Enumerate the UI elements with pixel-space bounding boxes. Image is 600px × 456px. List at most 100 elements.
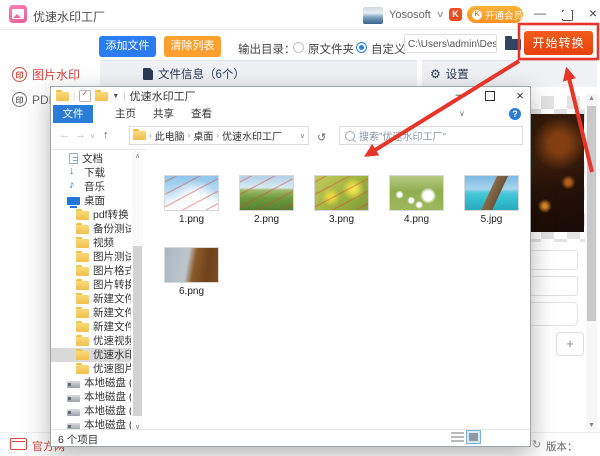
tree-item[interactable]: pdf转换 [51, 207, 131, 221]
add-files-button[interactable]: 添加文件 [99, 36, 156, 57]
search-placeholder: 搜索"优速水印工厂" [359, 128, 446, 143]
breadcrumb-this-pc[interactable]: 此电脑 [155, 128, 185, 143]
file-item[interactable]: 1.png [159, 175, 224, 225]
explorer-close-button[interactable]: × [513, 88, 527, 103]
forward-icon[interactable]: → [75, 129, 86, 141]
tree-item[interactable]: 视频 [51, 235, 131, 249]
clear-list-button[interactable]: 清除列表 [164, 36, 221, 57]
up-icon[interactable]: ↑ [103, 129, 109, 141]
help-icon[interactable]: ? [509, 108, 521, 120]
file-thumbnail-daisy-field [389, 175, 444, 211]
address-bar[interactable]: › 此电脑 › 桌面 › 优速水印工厂 ∨ [129, 126, 309, 145]
file-item[interactable]: 6.png [159, 247, 224, 297]
explorer-search-box[interactable]: 搜索"优速水印工厂" [339, 126, 523, 145]
file-item[interactable]: 4.png [384, 175, 449, 225]
tree-item[interactable]: 图片测试 [51, 249, 131, 263]
file-name: 2.png [234, 214, 299, 225]
account-name[interactable]: Yososoft [389, 9, 431, 21]
upgrade-vip-button[interactable]: K 开通会员 [467, 6, 523, 23]
scroll-up-icon[interactable]: ∧ [132, 152, 143, 160]
tree-scrollbar[interactable]: ∧ ∨ [132, 151, 143, 432]
tree-item[interactable]: 图片格式转换器 [51, 263, 131, 277]
history-dropdown-icon[interactable]: ∨ [90, 132, 95, 140]
scrollbar-thumb[interactable] [587, 106, 596, 321]
folder-icon [76, 211, 89, 220]
explorer-menubar: 文件 主页 共享 查看 ∨ ? [51, 105, 530, 124]
scroll-up-icon[interactable]: ▲ [586, 95, 597, 102]
explorer-titlebar: | ▼ | 优速水印工厂 — × [51, 87, 530, 105]
tree-item[interactable]: 图片转换 [51, 277, 131, 291]
tree-item[interactable]: 新建文件夹 (2) [51, 306, 131, 320]
refresh-icon[interactable]: ↻ [317, 131, 326, 144]
folder-icon [95, 92, 108, 101]
check-update-icon[interactable]: ↻ [532, 438, 541, 451]
file-info-title: 文件信息（6个） [158, 66, 245, 82]
tree-item[interactable]: 新建文件夹 [51, 291, 131, 305]
explorer-navbar: ← → ∨ ↑ › 此电脑 › 桌面 › 优速水印工厂 ∨ ↻ 搜索"优速水印工… [51, 123, 530, 150]
tree-item[interactable]: 新建文件夹 (3) [51, 320, 131, 334]
scroll-down-icon[interactable]: ▼ [586, 422, 597, 429]
avatar[interactable] [363, 7, 383, 24]
sidebar-item-image-watermark[interactable]: 印 图片水印 [12, 66, 80, 83]
menu-tab-view[interactable]: 查看 [191, 105, 212, 123]
close-button[interactable]: × [586, 6, 600, 20]
tree-item[interactable]: 优速视频转换器 [51, 334, 131, 348]
tree-item[interactable]: 下载 [51, 165, 131, 179]
browse-folder-icon[interactable] [505, 39, 521, 50]
tree-item[interactable]: 优速图片无损放大 [51, 362, 131, 376]
chevron-down-icon[interactable]: ∨ [436, 9, 445, 20]
tree-item[interactable]: 音乐 [51, 179, 131, 193]
breadcrumb-current-folder[interactable]: 优速水印工厂 [222, 128, 282, 143]
tree-item[interactable]: 本地磁盘 (D:) [51, 390, 131, 404]
file-name: 1.png [159, 214, 224, 225]
menu-tab-share[interactable]: 共享 [153, 105, 174, 123]
tree-item-selected[interactable]: 优速水印工厂 [51, 348, 131, 362]
maximize-button[interactable] [562, 10, 573, 21]
explorer-body: 文档 下载 音乐 桌面 pdf转换 备份测试 视频 图片测试 图片格式转换器 图… [51, 149, 530, 432]
explorer-minimize-button[interactable]: — [454, 89, 468, 101]
file-name: 3.png [309, 214, 374, 225]
breadcrumb-desktop[interactable]: 桌面 [193, 128, 213, 143]
radio-custom-folder[interactable] [356, 42, 367, 53]
radio-original-folder[interactable] [293, 42, 304, 53]
official-site-icon[interactable] [10, 438, 27, 450]
minimize-button[interactable]: — [533, 7, 547, 21]
qat-dropdown-icon[interactable]: ▼ [112, 93, 119, 100]
ribbon-collapse-icon[interactable]: ∨ [459, 109, 465, 118]
explorer-tree: 文档 下载 音乐 桌面 pdf转换 备份测试 视频 图片测试 图片格式转换器 图… [51, 151, 131, 432]
menu-tab-file[interactable]: 文件 [53, 105, 93, 123]
address-dropdown-icon[interactable]: ∨ [300, 132, 305, 140]
folder-icon [76, 337, 89, 346]
file-item[interactable]: 5.jpg [459, 175, 524, 225]
folder-icon [76, 323, 89, 332]
download-icon [67, 166, 80, 178]
tree-item[interactable]: 备份测试 [51, 221, 131, 235]
start-convert-button[interactable]: 开始转换 [524, 31, 593, 55]
folder-icon [76, 281, 89, 290]
gear-icon: ⚙ [430, 68, 441, 80]
tree-item[interactable]: 本地磁盘 (E:) [51, 404, 131, 418]
folder-icon [76, 267, 89, 276]
radio-original-label[interactable]: 原文件夹 [308, 41, 354, 57]
menu-tab-home[interactable]: 主页 [115, 105, 136, 123]
explorer-maximize-button[interactable] [485, 91, 495, 101]
file-explorer-window: | ▼ | 优速水印工厂 — × 文件 主页 共享 查看 ∨ ? ← → ∨ ↑… [50, 86, 531, 447]
radio-custom-label[interactable]: 自定义 [371, 41, 406, 57]
folder-icon [56, 92, 69, 101]
file-item[interactable]: 3.png [309, 175, 374, 225]
tree-item[interactable]: 本地磁盘 (C:) [51, 376, 131, 390]
settings-title: 设置 [446, 66, 469, 82]
app-logo-icon [9, 5, 27, 23]
details-view-icon[interactable] [451, 432, 464, 443]
back-icon[interactable]: ← [59, 129, 70, 141]
properties-checkbox-icon[interactable] [79, 90, 91, 102]
folder-icon [133, 131, 146, 140]
output-path-input[interactable]: C:\Users\admin\Deskto [404, 34, 497, 53]
tree-item[interactable]: 文档 [51, 151, 131, 165]
thumbnail-view-icon[interactable] [466, 430, 481, 444]
increase-button[interactable]: + [556, 332, 584, 356]
tree-item[interactable]: 桌面 [51, 193, 131, 207]
settings-scrollbar[interactable]: ▲ ▼ [586, 94, 597, 430]
file-item[interactable]: 2.png [234, 175, 299, 225]
scrollbar-thumb[interactable] [133, 246, 142, 416]
